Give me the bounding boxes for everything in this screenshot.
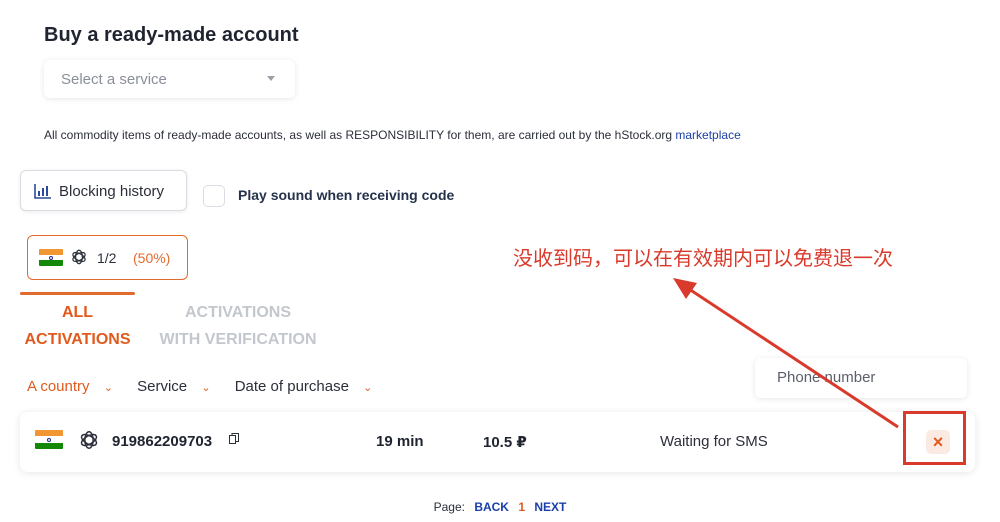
- filter-country[interactable]: A country ⌄: [27, 378, 123, 395]
- tab-all-line1: ALL: [61, 304, 94, 321]
- tab-ver-line1: ACTIVATIONS: [184, 304, 292, 321]
- activation-price: 10.5 ₽: [483, 434, 527, 451]
- tab-all-line2: ACTIVATIONS: [24, 331, 131, 348]
- pagination-current: 1: [518, 500, 526, 514]
- bar-chart-icon: [34, 184, 51, 199]
- tab-ver-line2: WITH VERIFICATION: [159, 331, 317, 348]
- phone-number-input[interactable]: [777, 369, 957, 386]
- phone-number-search: [755, 358, 967, 398]
- openai-icon: [72, 249, 86, 265]
- filter-date[interactable]: Date of purchase ⌄: [235, 378, 383, 395]
- service-select-placeholder: Select a service: [61, 71, 167, 88]
- tab-all-activations[interactable]: ALL ACTIVATIONS: [20, 299, 135, 353]
- activation-row: 919862209703 19 min 10.5 ₽ Waiting for S…: [20, 412, 975, 472]
- page-title: Buy a ready-made account: [44, 24, 299, 46]
- caret-down-icon: [267, 76, 275, 81]
- responsibility-notice: All commodity items of ready-made accoun…: [44, 128, 741, 142]
- country-service-stat[interactable]: 1/2 (50%): [27, 235, 188, 280]
- play-sound-checkbox[interactable]: [203, 185, 225, 207]
- filter-bar: A country ⌄ Service ⌄ Date of purchase ⌄: [27, 378, 392, 395]
- pagination-back[interactable]: BACK: [474, 500, 509, 514]
- annotation-text: 没收到码，可以在有效期内可以免费退一次: [513, 246, 893, 270]
- activation-status: Waiting for SMS: [660, 433, 768, 450]
- copy-icon[interactable]: [229, 433, 239, 444]
- phone-number: 919862209703: [112, 433, 213, 450]
- service-select[interactable]: Select a service: [44, 60, 295, 98]
- pagination: Page: BACK 1 NEXT: [0, 500, 1000, 514]
- pagination-next[interactable]: NEXT: [534, 500, 566, 514]
- filter-date-label: Date of purchase: [234, 378, 349, 395]
- chevron-down-icon: ⌄: [201, 382, 211, 394]
- blocking-history-label: Blocking history: [59, 183, 165, 200]
- annotation-highlight-box: [903, 411, 966, 465]
- activation-time: 19 min: [376, 433, 424, 450]
- notice-text: All commodity items of ready-made accoun…: [44, 128, 676, 142]
- filter-service-label: Service: [137, 378, 188, 395]
- play-sound-label[interactable]: Play sound when receiving code: [238, 187, 454, 203]
- openai-icon: [80, 431, 98, 449]
- filter-country-label: A country: [27, 378, 90, 395]
- filter-service[interactable]: Service ⌄: [137, 378, 220, 395]
- stat-percent: (50%): [133, 250, 171, 266]
- india-flag-icon: [39, 249, 63, 266]
- india-flag-icon: [35, 430, 63, 449]
- marketplace-link[interactable]: marketplace: [675, 128, 740, 142]
- chevron-down-icon: ⌄: [103, 382, 113, 394]
- tab-activations-with-verification[interactable]: ACTIVATIONS WITH VERIFICATION: [152, 299, 324, 353]
- stat-ratio: 1/2: [97, 250, 117, 266]
- active-tab-indicator: [20, 292, 135, 295]
- pagination-label: Page:: [433, 500, 465, 514]
- blocking-history-button[interactable]: Blocking history: [20, 170, 187, 211]
- chevron-down-icon: ⌄: [363, 382, 373, 394]
